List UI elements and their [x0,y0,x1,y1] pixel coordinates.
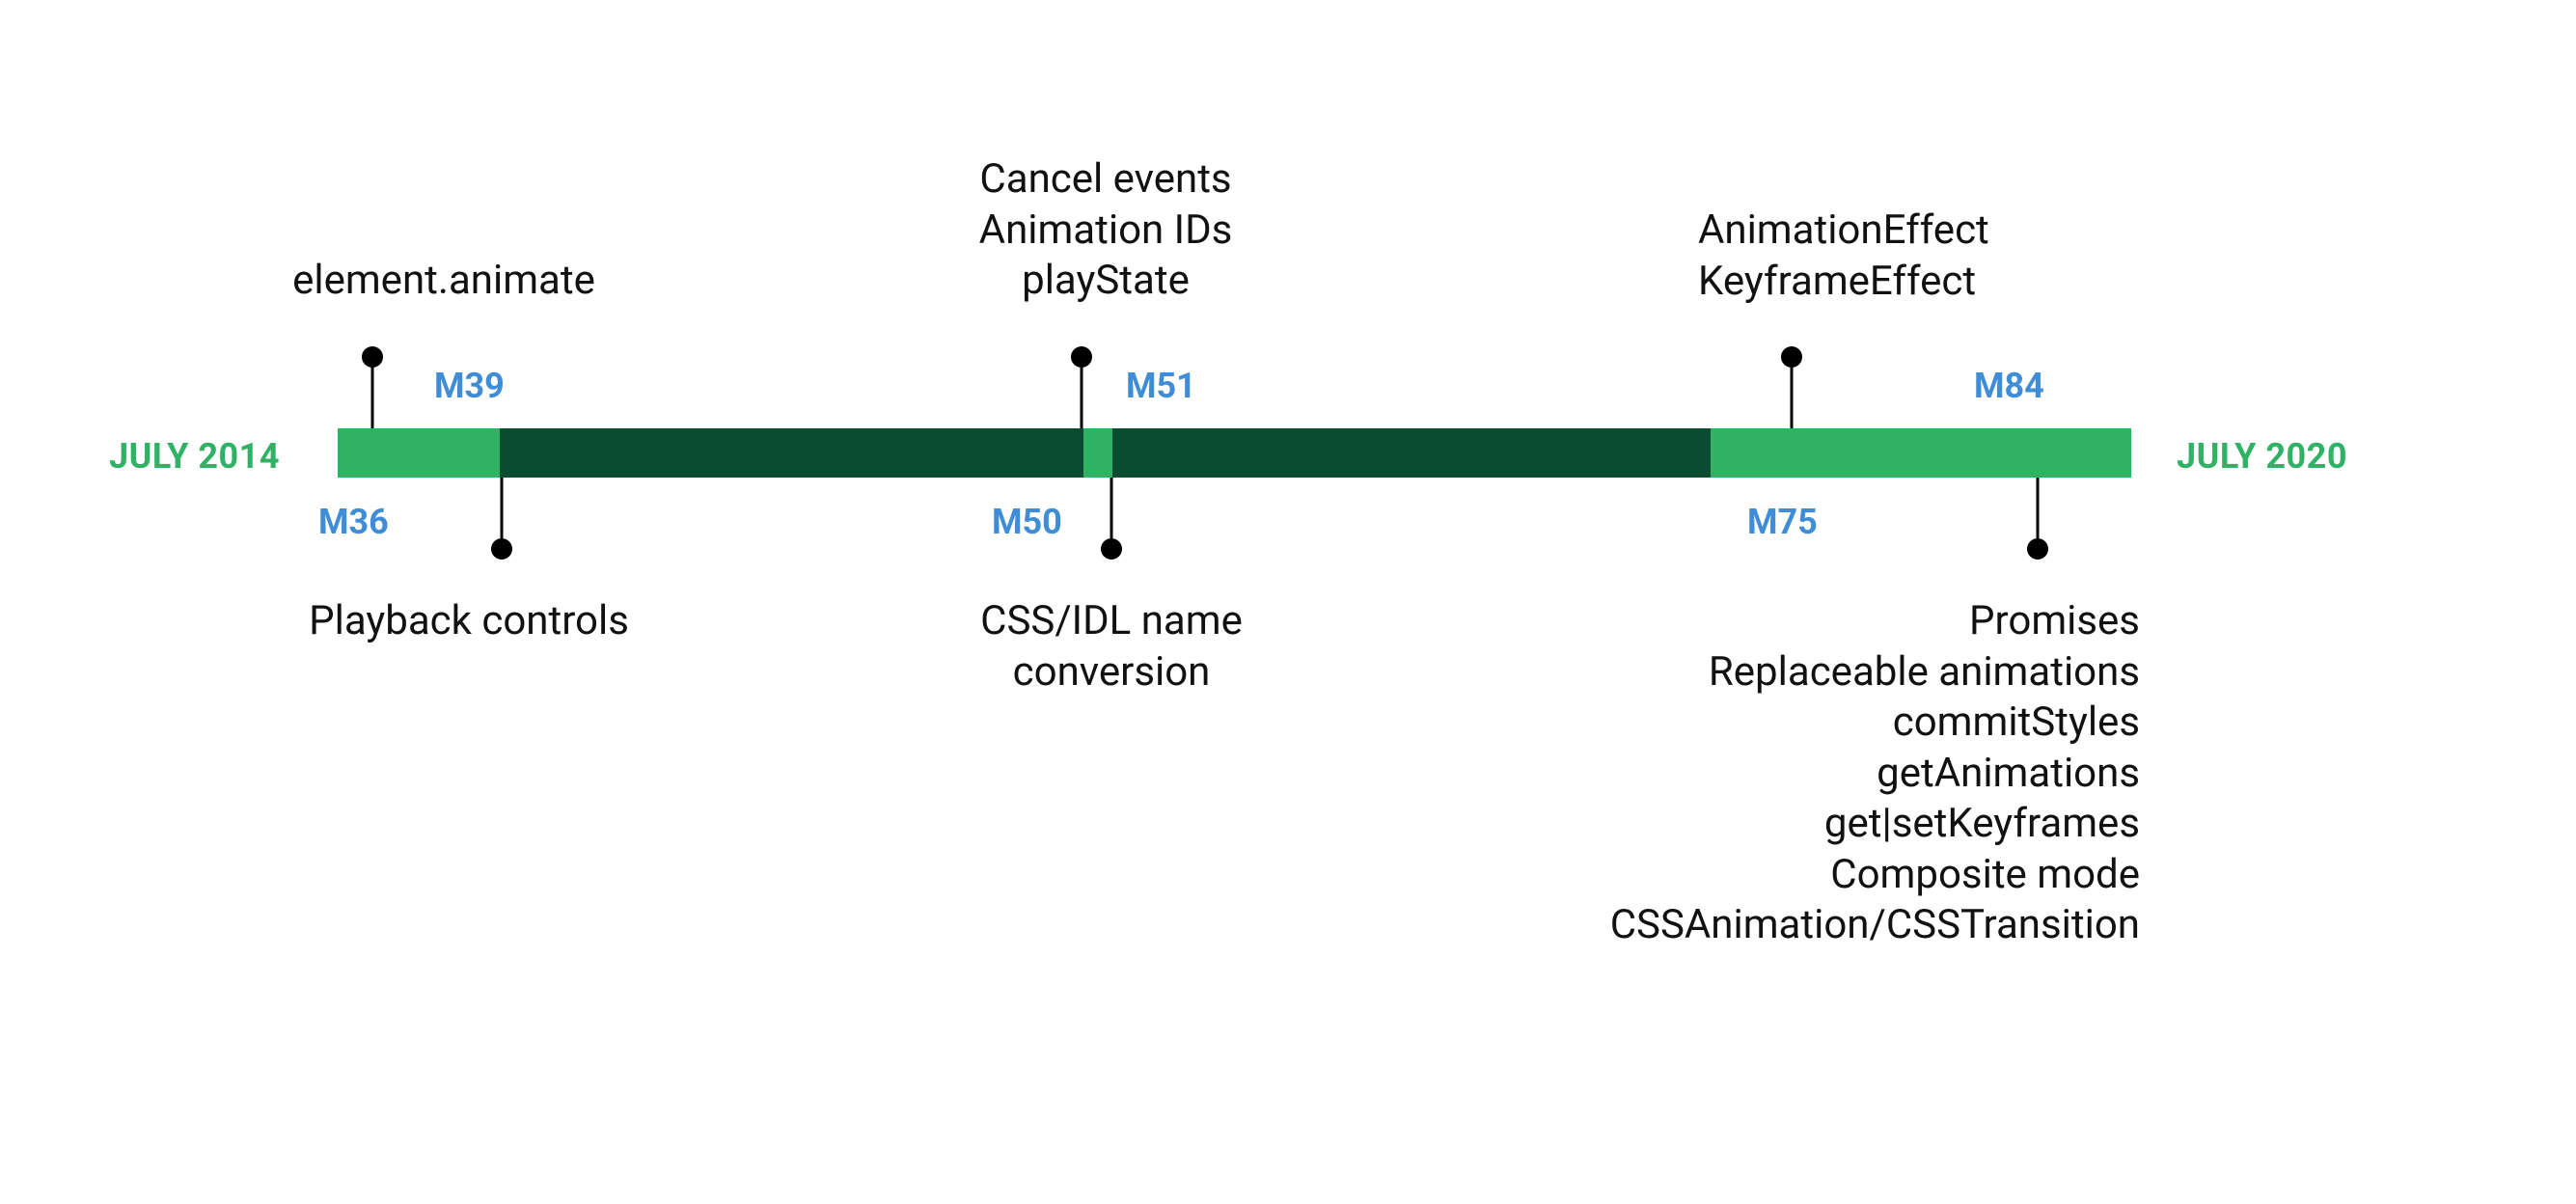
stem-m36 [371,357,374,428]
feature-m84-line5: get|setKeyframes [1824,800,2140,847]
timeline-end-label: JULY 2020 [2177,436,2347,477]
label-m39: M39 [434,366,505,406]
feature-m84: Promises Replaceable animations commitSt… [1610,596,2140,951]
dot-m36 [362,346,383,368]
timeline-bar-gap [1083,428,1112,478]
feature-m39: Playback controls [309,596,629,647]
feature-m84-line4: getAnimations [1877,750,2140,797]
label-m51: M51 [1126,366,1196,406]
feature-m50-line2: conversion [1013,648,1211,696]
stem-m51 [1081,357,1083,428]
feature-m51: Cancel events Animation IDs playState [979,154,1233,307]
stem-m75 [1791,357,1794,428]
dot-m50 [1101,538,1122,560]
label-m36: M36 [318,502,389,542]
feature-m36: element.animate [292,256,595,307]
dot-m39 [491,538,512,560]
feature-m75-line1: AnimationEffect [1698,206,1989,254]
dot-m51 [1071,346,1092,368]
label-m84: M84 [1974,366,2044,406]
feature-m84-line2: Replaceable animations [1709,648,2140,696]
feature-m51-line2: Animation IDs [979,206,1233,254]
feature-m84-line6: Composite mode [1830,851,2140,898]
feature-m51-line3: playState [1022,257,1190,304]
label-m75: M75 [1747,502,1818,542]
feature-m51-line1: Cancel events [979,155,1231,203]
feature-m84-line7: CSSAnimation/CSSTransition [1610,901,2140,948]
feature-m50-line1: CSS/IDL name [980,597,1243,644]
dot-m84 [2027,538,2048,560]
dot-m75 [1781,346,1802,368]
timeline-start-label: JULY 2014 [109,436,280,477]
feature-m84-line1: Promises [1969,597,2140,644]
feature-m50: CSS/IDL name conversion [980,596,1243,698]
label-m50: M50 [992,502,1062,542]
feature-m75-line2: KeyframeEffect [1698,258,1976,305]
feature-m75: AnimationEffect KeyframeEffect [1698,205,1989,307]
timeline-bar [338,428,2131,478]
feature-m84-line3: commitStyles [1893,698,2140,746]
